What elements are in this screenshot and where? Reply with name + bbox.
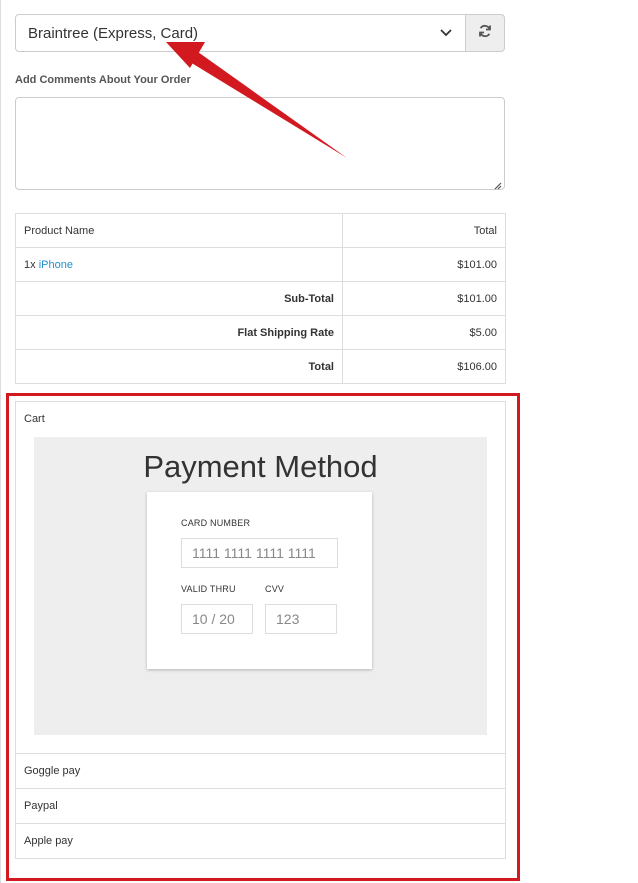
annotation-arrow-icon xyxy=(166,42,347,158)
